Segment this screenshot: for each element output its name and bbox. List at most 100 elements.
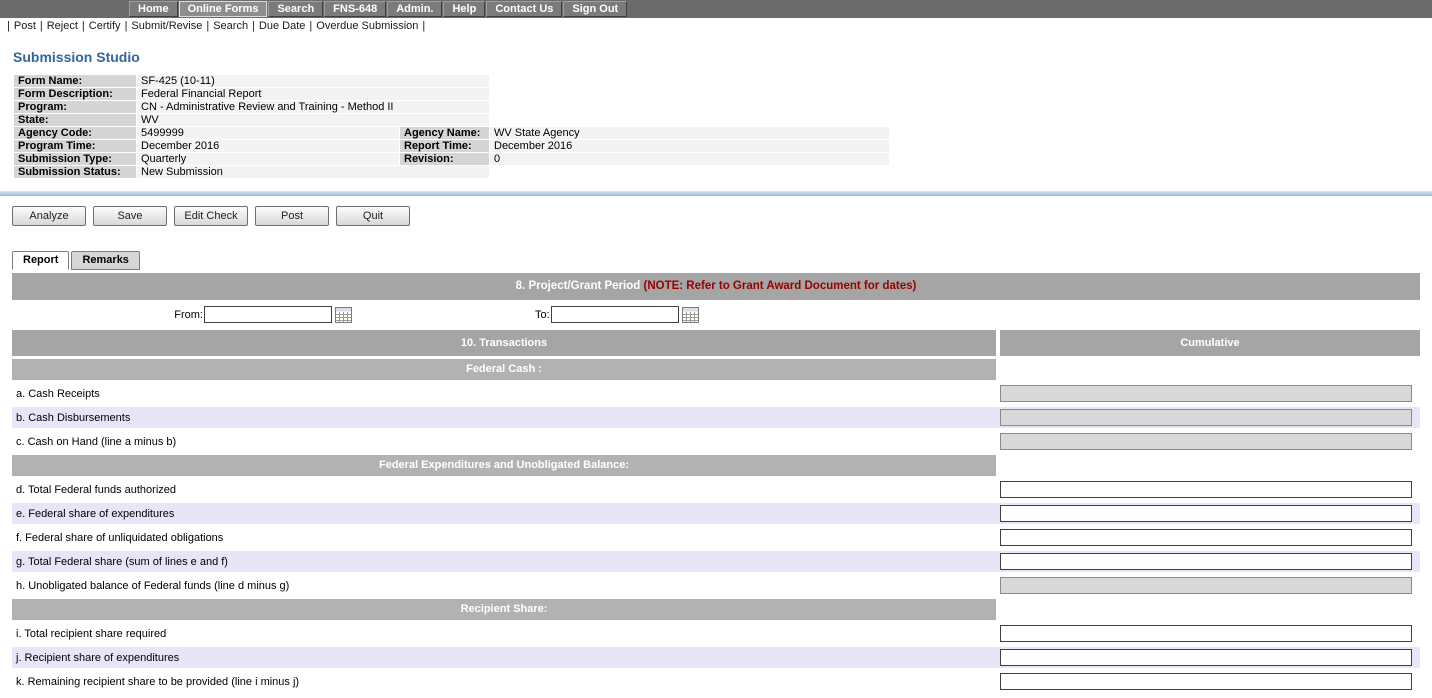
tab-strip: Report Remarks — [12, 251, 1432, 270]
cumulative-input-k[interactable] — [1000, 673, 1412, 690]
info-value-form-description: Federal Financial Report — [137, 88, 490, 101]
nav-help[interactable]: Help — [443, 1, 485, 17]
table-row-k: k. Remaining recipient share to be provi… — [12, 671, 1420, 692]
menubar-separator: | — [40, 20, 43, 32]
row-label: e. Federal share of expenditures — [12, 508, 1000, 520]
info-row-time: Program Time: December 2016 Report Time:… — [14, 140, 890, 153]
table-row-b: b. Cash Disbursements — [12, 407, 1420, 428]
subheader-recipient-share: Recipient Share: — [12, 599, 996, 620]
tab-remarks[interactable]: Remarks — [71, 251, 139, 270]
info-label-revision: Revision: — [400, 153, 490, 166]
calendar-icon[interactable] — [682, 307, 699, 323]
row-label: k. Remaining recipient share to be provi… — [12, 676, 1000, 688]
nav-fns-648[interactable]: FNS-648 — [324, 1, 386, 17]
cumulative-input-d[interactable] — [1000, 481, 1412, 498]
tab-report[interactable]: Report — [12, 251, 69, 270]
info-label-form-description: Form Description: — [14, 88, 137, 101]
menubar-separator: | — [252, 20, 255, 32]
edit-check-button[interactable]: Edit Check — [174, 206, 248, 226]
nav-online-forms[interactable]: Online Forms — [179, 1, 268, 17]
nav-sign-out[interactable]: Sign Out — [563, 1, 627, 17]
to-date-input[interactable] — [551, 306, 679, 323]
info-value-form-name: SF-425 (10-11) — [137, 75, 490, 88]
cumulative-input-i[interactable] — [1000, 625, 1412, 642]
calendar-icon[interactable] — [335, 307, 352, 323]
post-button[interactable]: Post — [255, 206, 329, 226]
project-grant-period-row: From: To: — [12, 302, 1420, 327]
table-row-d: d. Total Federal funds authorized — [12, 479, 1420, 500]
page-title: Submission Studio — [13, 49, 1432, 65]
info-value-program: CN - Administrative Review and Training … — [137, 101, 490, 114]
subheader-federal-expenditures: Federal Expenditures and Unobligated Bal… — [12, 455, 996, 476]
menu-item-post[interactable]: Post — [14, 20, 36, 32]
from-date-input[interactable] — [204, 306, 332, 323]
menu-item-search[interactable]: Search — [213, 20, 248, 32]
info-row-form-name: Form Name: SF-425 (10-11) — [14, 75, 890, 88]
table-row-f: f. Federal share of unliquidated obligat… — [12, 527, 1420, 548]
info-spacer — [490, 88, 890, 101]
section-8-title: 8. Project/Grant Period — [516, 280, 641, 292]
cumulative-input-c — [1000, 433, 1412, 450]
info-label-program: Program: — [14, 101, 137, 114]
table-row-c: c. Cash on Hand (line a minus b) — [12, 431, 1420, 452]
cumulative-column-header: Cumulative — [1000, 330, 1420, 356]
menubar-separator: | — [422, 20, 425, 32]
info-value-agency-name: WV State Agency — [490, 127, 890, 140]
cumulative-input-j[interactable] — [1000, 649, 1412, 666]
info-value-report-time: December 2016 — [490, 140, 890, 153]
table-row-a: a. Cash Receipts — [12, 383, 1420, 404]
nav-home[interactable]: Home — [129, 1, 178, 17]
menubar-separator: | — [7, 20, 10, 32]
info-value-program-time: December 2016 — [137, 140, 400, 153]
row-label: b. Cash Disbursements — [12, 412, 1000, 424]
save-button[interactable]: Save — [93, 206, 167, 226]
menubar-separator: | — [82, 20, 85, 32]
info-value-submission-status: New Submission — [137, 166, 490, 179]
nav-contact-us[interactable]: Contact Us — [486, 1, 562, 17]
analyze-button[interactable]: Analyze — [12, 206, 86, 226]
section-8-note: (NOTE: Refer to Grant Award Document for… — [643, 280, 916, 292]
cumulative-input-e[interactable] — [1000, 505, 1412, 522]
quit-button[interactable]: Quit — [336, 206, 410, 226]
menubar-separator: | — [206, 20, 209, 32]
cumulative-input-a — [1000, 385, 1412, 402]
cumulative-input-h — [1000, 577, 1412, 594]
table-row-h: h. Unobligated balance of Federal funds … — [12, 575, 1420, 596]
table-row-e: e. Federal share of expenditures — [12, 503, 1420, 524]
row-label: h. Unobligated balance of Federal funds … — [12, 580, 1000, 592]
top-navigation: Home Online Forms Search FNS-648 Admin. … — [0, 0, 1432, 18]
info-spacer — [490, 166, 890, 179]
info-label-state: State: — [14, 114, 137, 127]
info-row-state: State: WV — [14, 114, 890, 127]
section-8-header: 8. Project/Grant Period (NOTE: Refer to … — [12, 273, 1420, 300]
nav-search[interactable]: Search — [268, 1, 323, 17]
row-label: a. Cash Receipts — [12, 388, 1000, 400]
cumulative-input-b — [1000, 409, 1412, 426]
table-row-i: i. Total recipient share required — [12, 623, 1420, 644]
info-value-revision: 0 — [490, 153, 890, 166]
info-row-status: Submission Status: New Submission — [14, 166, 890, 179]
info-label-submission-type: Submission Type: — [14, 153, 137, 166]
row-label: g. Total Federal share (sum of lines e a… — [12, 556, 1000, 568]
menu-item-due-date[interactable]: Due Date — [259, 20, 305, 32]
row-label: d. Total Federal funds authorized — [12, 484, 1000, 496]
info-label-submission-status: Submission Status: — [14, 166, 137, 179]
info-row-agency: Agency Code: 5499999 Agency Name: WV Sta… — [14, 127, 890, 140]
menu-item-reject[interactable]: Reject — [47, 20, 78, 32]
info-spacer — [490, 75, 890, 88]
info-label-program-time: Program Time: — [14, 140, 137, 153]
menu-item-overdue-submission[interactable]: Overdue Submission — [316, 20, 418, 32]
info-label-report-time: Report Time: — [400, 140, 490, 153]
menu-item-submit-revise[interactable]: Submit/Revise — [131, 20, 202, 32]
table-row-g: g. Total Federal share (sum of lines e a… — [12, 551, 1420, 572]
info-value-submission-type: Quarterly — [137, 153, 400, 166]
cumulative-input-f[interactable] — [1000, 529, 1412, 546]
menubar-separator: | — [309, 20, 312, 32]
cumulative-input-g[interactable] — [1000, 553, 1412, 570]
row-label: f. Federal share of unliquidated obligat… — [12, 532, 1000, 544]
menu-item-certify[interactable]: Certify — [89, 20, 121, 32]
info-spacer — [490, 101, 890, 114]
nav-admin[interactable]: Admin. — [387, 1, 442, 17]
info-value-agency-code: 5499999 — [137, 127, 400, 140]
info-spacer — [490, 114, 890, 127]
